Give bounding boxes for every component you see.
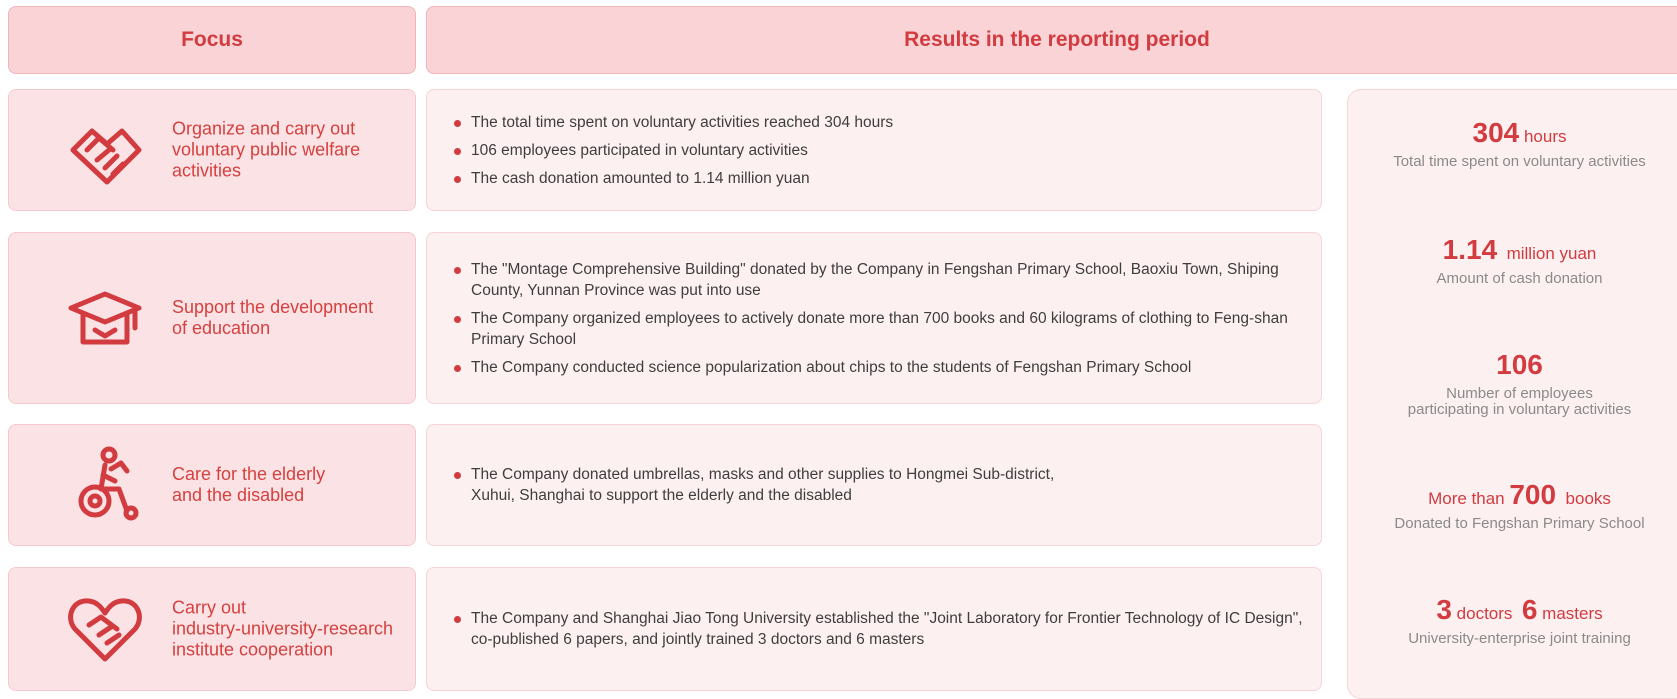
stat-value: 1.14 — [1442, 234, 1498, 265]
stat-unit-2: masters — [1542, 604, 1603, 623]
handshake-icon — [65, 110, 145, 190]
results-header: Results in the reporting period — [426, 6, 1677, 74]
stat-training: 3 doctors 6 masters University-enterpris… — [1348, 593, 1677, 647]
focus-header-label: Focus — [181, 28, 243, 51]
stat-value-2: 6 — [1521, 594, 1538, 625]
results-card-elderly: The Company donated umbrellas, masks and… — [426, 424, 1322, 546]
stat-caption: Donated to Fengshan Primary School — [1394, 515, 1645, 532]
focus-card-volunteer: Organize and carry out voluntary public … — [8, 89, 416, 211]
stat-caption: Total time spent on voluntary activities — [1393, 153, 1646, 170]
stat-hours: 304 hours Total time spent on voluntary … — [1348, 116, 1677, 170]
stat-unit: doctors — [1456, 604, 1513, 623]
stat-caption: Amount of cash donation — [1436, 270, 1603, 287]
stat-donation: 1.14 million yuan Amount of cash donatio… — [1348, 233, 1677, 287]
focus-label: Care for the elderly and the disabled — [172, 464, 326, 505]
stat-unit: books — [1565, 489, 1611, 508]
focus-card-education: Support the development of education — [8, 232, 416, 404]
heart-handshake-icon — [65, 589, 145, 669]
stat-employees: 106 Number of employees participating in… — [1348, 348, 1677, 418]
stat-value: 3 — [1436, 594, 1452, 625]
stat-prefix: More than — [1428, 489, 1505, 508]
result-item: The Company conducted science populariza… — [452, 357, 1309, 378]
stat-unit: million yuan — [1506, 244, 1597, 263]
stat-value: 700 — [1509, 479, 1557, 510]
wheelchair-icon — [65, 445, 145, 525]
result-item: The "Montage Comprehensive Building" don… — [452, 259, 1309, 301]
focus-header: Focus — [8, 6, 416, 74]
focus-card-cooperation: Carry out industry-university-research i… — [8, 567, 416, 691]
stats-panel: 304 hours Total time spent on voluntary … — [1347, 89, 1677, 699]
results-card-cooperation: The Company and Shanghai Jiao Tong Unive… — [426, 567, 1322, 691]
graduation-cap-icon — [65, 278, 145, 358]
results-card-volunteer: The total time spent on voluntary activi… — [426, 89, 1322, 211]
focus-label: Support the development of education — [172, 297, 374, 338]
stat-books: More than 700 books Donated to Fengshan … — [1348, 478, 1677, 532]
result-item: 106 employees participated in voluntary … — [452, 140, 1309, 161]
results-card-education: The "Montage Comprehensive Building" don… — [426, 232, 1322, 404]
focus-label: Carry out industry-university-research i… — [172, 597, 394, 660]
result-item: The total time spent on voluntary activi… — [452, 112, 1309, 133]
result-item: The Company organized employees to activ… — [452, 308, 1309, 350]
stat-unit: hours — [1523, 127, 1567, 146]
result-item: The Company and Shanghai Jiao Tong Unive… — [452, 608, 1309, 650]
stat-caption: University-enterprise joint training — [1408, 630, 1631, 647]
focus-label: Organize and carry out voluntary public … — [172, 118, 361, 181]
results-header-label: Results in the reporting period — [904, 28, 1210, 51]
result-item: The Company donated umbrellas, masks and… — [452, 464, 1309, 506]
stat-caption: Number of employees participating in vol… — [1407, 385, 1632, 418]
focus-card-elderly: Care for the elderly and the disabled — [8, 424, 416, 546]
stat-value: 106 — [1496, 349, 1543, 380]
stat-value: 304 — [1472, 117, 1520, 148]
result-item: The cash donation amounted to 1.14 milli… — [452, 168, 1309, 189]
